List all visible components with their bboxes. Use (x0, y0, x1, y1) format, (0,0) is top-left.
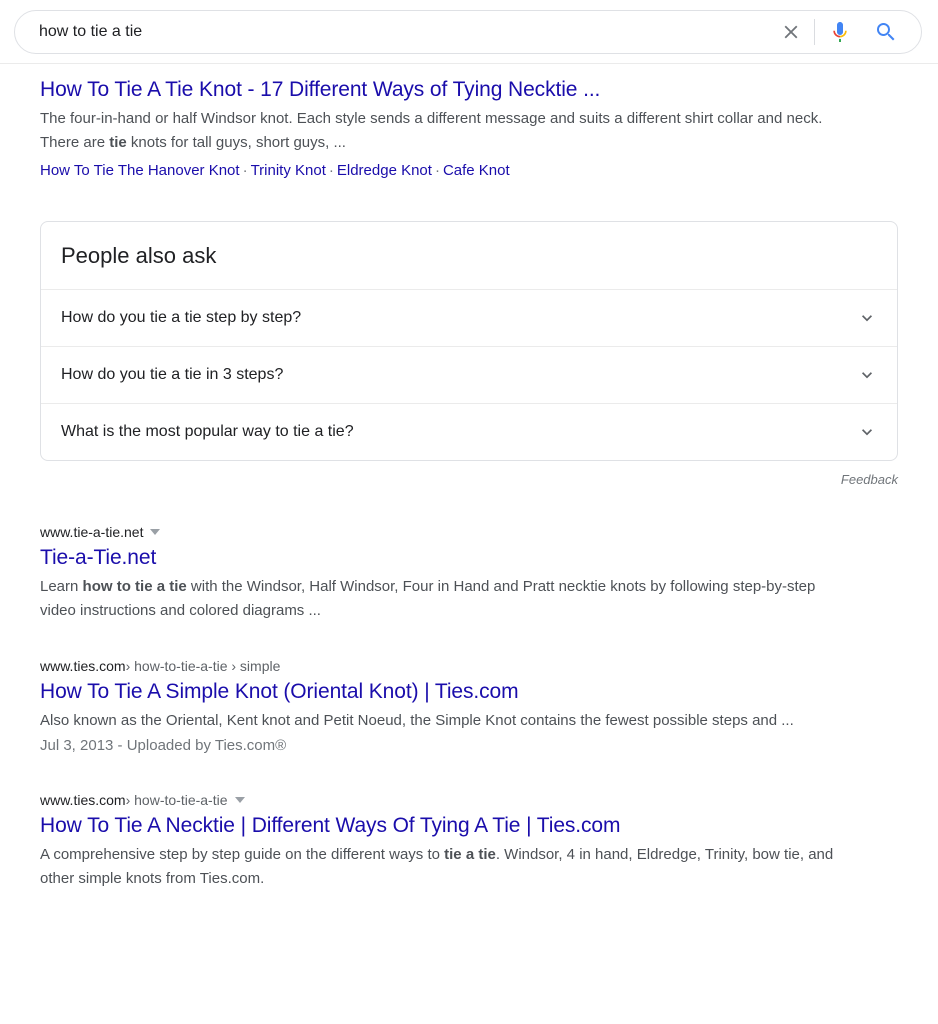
result-url-path: › how-to-tie-a-tie › simple (125, 658, 281, 674)
search-results: How To Tie A Tie Knot - 17 Different Way… (0, 64, 938, 891)
result-title-link[interactable]: How To Tie A Tie Knot - 17 Different Way… (40, 76, 898, 103)
paa-question-row[interactable]: What is the most popular way to tie a ti… (41, 404, 897, 460)
sitelink-separator: · (328, 162, 334, 179)
search-result: www.ties.com › how-to-tie-a-tie › simple… (0, 656, 938, 758)
search-input[interactable] (15, 11, 774, 53)
result-snippet: Also known as the Oriental, Kent knot an… (40, 709, 840, 733)
result-url-host: www.tie-a-tie.net (40, 524, 144, 540)
snippet-bold: tie a tie (444, 846, 496, 863)
search-result: www.tie-a-tie.net Tie-a-Tie.net Learn ho… (0, 522, 938, 623)
clear-icon[interactable] (774, 15, 808, 49)
result-snippet: A comprehensive step by step guide on th… (40, 843, 840, 891)
chevron-down-icon[interactable] (150, 529, 161, 535)
sitelink-separator: · (434, 162, 440, 179)
paa-question-text: How do you tie a tie step by step? (61, 309, 302, 326)
search-box-actions (774, 15, 921, 49)
result-url-path: › how-to-tie-a-tie (125, 792, 228, 808)
sitelink[interactable]: Eldredge Knot (337, 162, 432, 179)
result-url: www.ties.com › how-to-tie-a-tie (40, 790, 898, 810)
microphone-icon[interactable] (823, 15, 857, 49)
sitelink[interactable]: How To Tie The Hanover Knot (40, 162, 240, 179)
snippet-bold: how to tie a tie (82, 578, 187, 595)
feedback-link[interactable]: Feedback (0, 461, 938, 489)
result-snippet: Learn how to tie a tie with the Windsor,… (40, 575, 840, 623)
people-also-ask-card: People also ask How do you tie a tie ste… (40, 221, 898, 461)
search-icon[interactable] (869, 15, 903, 49)
result-url-host: www.ties.com (40, 792, 126, 808)
result-date: Jul 3, 2013 - Uploaded by Ties.com® (40, 737, 287, 754)
people-also-ask-section: People also ask How do you tie a tie ste… (0, 221, 938, 461)
chevron-down-icon[interactable] (857, 422, 877, 442)
result-sitelinks: How To Tie The Hanover Knot · Trinity Knot… (40, 159, 898, 183)
result-snippet: The four-in-hand or half Windsor knot. E… (40, 107, 840, 155)
result-url-host: www.ties.com (40, 658, 126, 674)
result-url: www.tie-a-tie.net (40, 522, 898, 542)
snippet-part: Also known as the Oriental, Kent knot an… (40, 712, 794, 729)
result-title-link[interactable]: Tie-a-Tie.net (40, 544, 898, 571)
result-title-link[interactable]: How To Tie A Simple Knot (Oriental Knot)… (40, 678, 898, 705)
chevron-down-icon[interactable] (857, 308, 877, 328)
paa-question-text: What is the most popular way to tie a ti… (61, 423, 354, 440)
paa-question-row[interactable]: How do you tie a tie in 3 steps? (41, 347, 897, 404)
chevron-down-icon[interactable] (234, 797, 245, 803)
snippet-part: Learn (40, 578, 83, 595)
search-box[interactable] (14, 10, 922, 54)
search-result: How To Tie A Tie Knot - 17 Different Way… (0, 64, 938, 183)
snippet-bold: tie (109, 134, 127, 151)
search-header (0, 0, 938, 64)
paa-question-row[interactable]: How do you tie a tie step by step? (41, 290, 897, 347)
chevron-down-icon[interactable] (857, 365, 877, 385)
result-url: www.ties.com › how-to-tie-a-tie › simple (40, 656, 898, 676)
search-result: www.ties.com › how-to-tie-a-tie How To T… (0, 790, 938, 891)
people-also-ask-heading: People also ask (41, 222, 897, 290)
divider (814, 19, 815, 45)
sitelink[interactable]: Cafe Knot (443, 162, 510, 179)
snippet-part: A comprehensive step by step guide on th… (40, 846, 445, 863)
paa-question-text: How do you tie a tie in 3 steps? (61, 366, 284, 383)
sitelink-separator: · (242, 162, 248, 179)
sitelink[interactable]: Trinity Knot (251, 162, 326, 179)
snippet-part: knots for tall guys, short guys, ... (126, 134, 346, 151)
result-title-link[interactable]: How To Tie A Necktie | Different Ways Of… (40, 812, 898, 839)
